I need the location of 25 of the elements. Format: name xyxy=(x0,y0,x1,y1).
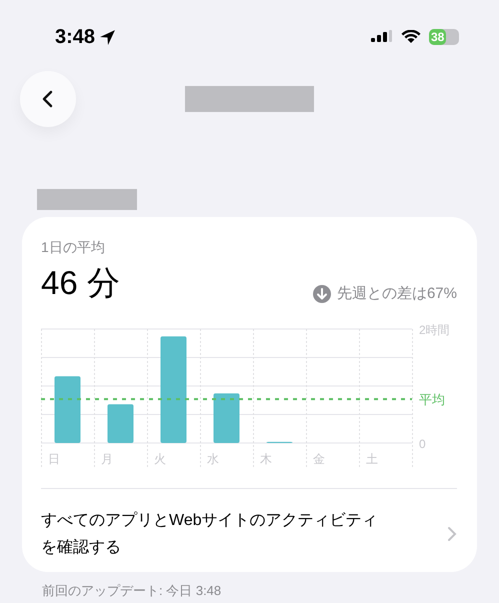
wifi-icon xyxy=(401,30,421,44)
bar xyxy=(54,376,80,443)
last-update-text: 前回のアップデート: 今日 3:48 xyxy=(42,582,222,600)
clock-time: 3:48 xyxy=(55,26,96,48)
activity-link[interactable]: すべてのアプリとWebサイトのアクティビティを確認する xyxy=(41,489,457,561)
average-value: 46 分 xyxy=(41,263,120,303)
average-label: 平均 xyxy=(419,392,445,408)
bar xyxy=(108,404,134,443)
average-label: 1日の平均 xyxy=(41,239,106,257)
axis-label: 2時間 xyxy=(419,323,450,337)
day-label: 火 xyxy=(154,452,166,466)
change-text: 先週との差は67% xyxy=(336,284,457,303)
day-label: 日 xyxy=(48,452,60,466)
axis-label: 0 xyxy=(419,437,426,451)
day-label: 土 xyxy=(366,452,378,466)
day-label: 金 xyxy=(313,452,325,466)
battery-indicator: 38 xyxy=(429,29,459,45)
chevron-right-icon xyxy=(447,526,457,542)
day-label: 木 xyxy=(260,452,272,466)
day-label: 月 xyxy=(101,452,113,466)
signal-icon xyxy=(371,30,393,44)
day-label: 水 xyxy=(207,452,219,466)
bar xyxy=(214,393,240,443)
chevron-left-icon xyxy=(41,89,55,109)
location-arrow-icon xyxy=(99,28,116,46)
